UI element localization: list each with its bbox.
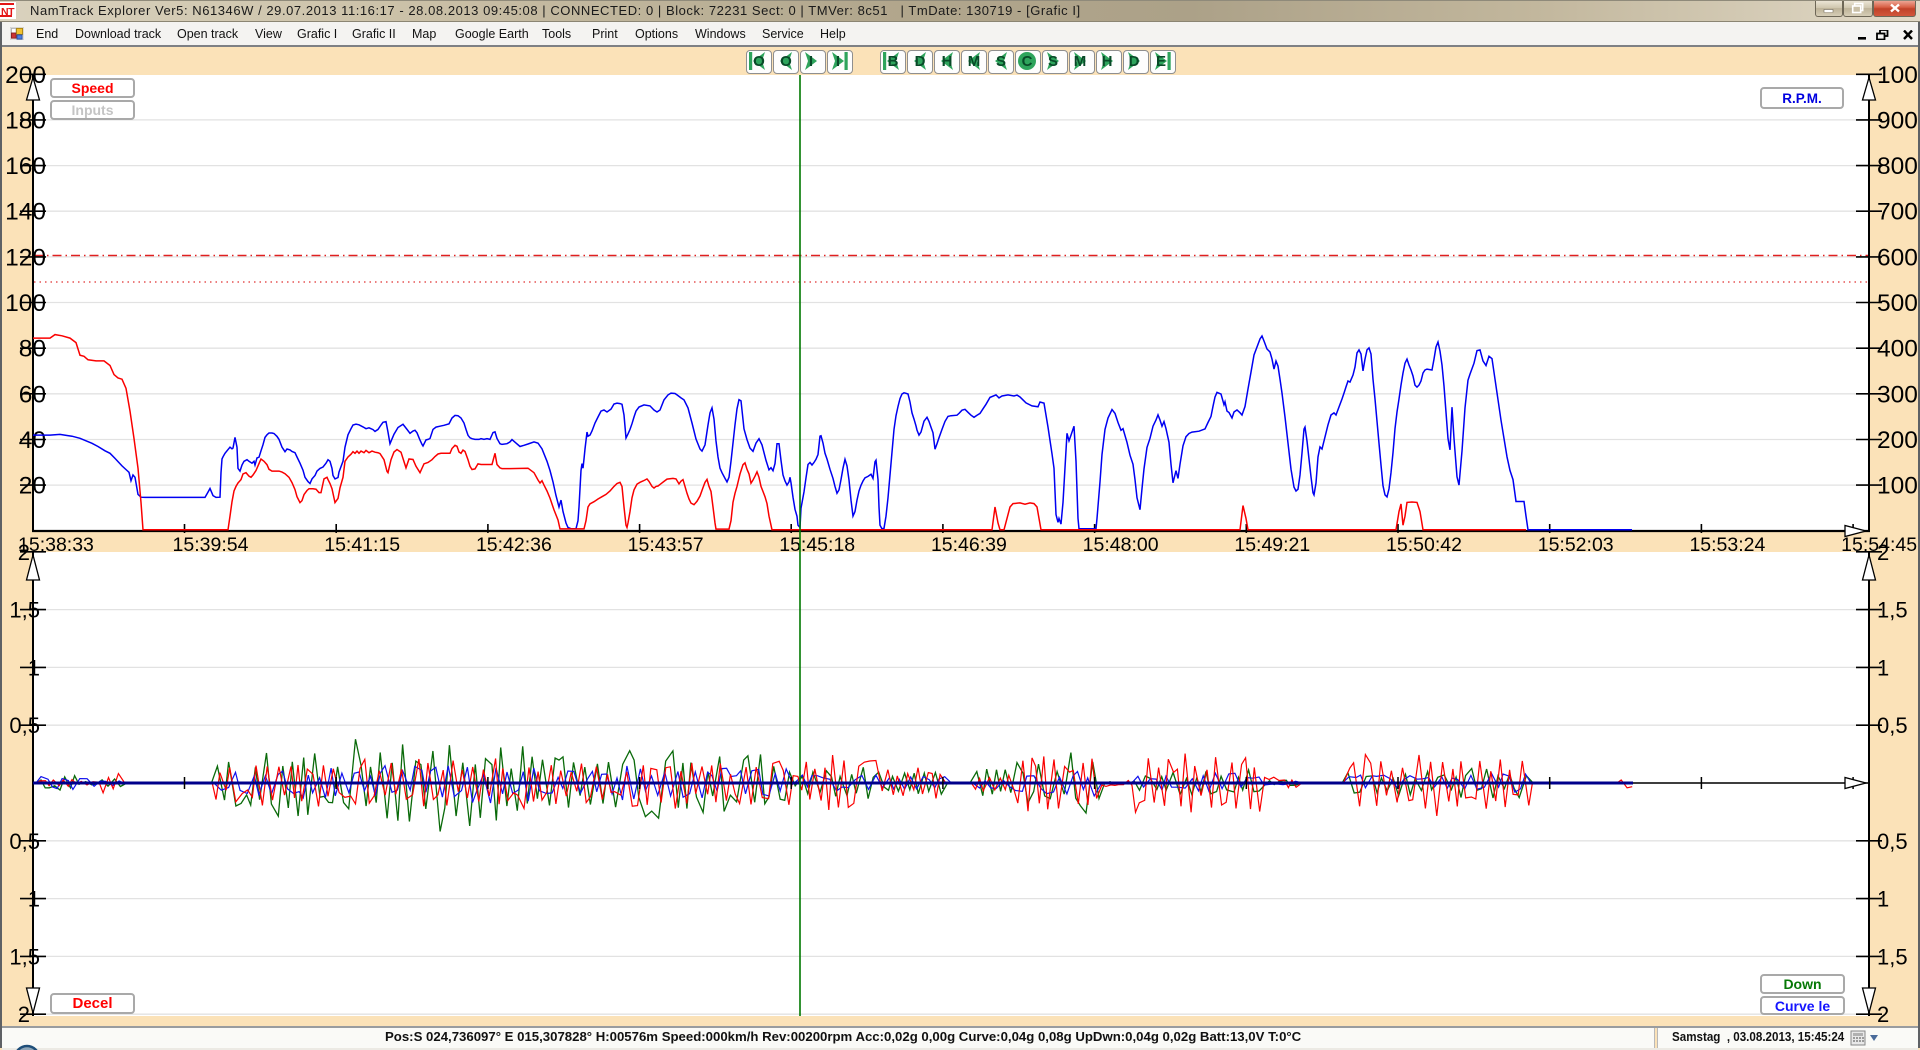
svg-text:1: 1 (1877, 887, 1889, 912)
svg-text:120: 120 (5, 244, 46, 271)
svg-text:D: D (915, 53, 926, 70)
svg-text:H: H (942, 53, 953, 70)
svg-text:40: 40 (19, 427, 46, 454)
svg-text:500: 500 (1877, 290, 1918, 317)
svg-text:D: D (1129, 53, 1140, 70)
svg-text:900: 900 (1877, 107, 1918, 134)
svg-text:15:50:42: 15:50:42 (1386, 534, 1462, 556)
svg-text:15:49:21: 15:49:21 (1234, 534, 1310, 556)
svg-text:O: O (780, 53, 792, 70)
svg-text:S: S (996, 53, 1006, 70)
svg-text:400: 400 (1877, 336, 1918, 363)
svg-text:15:52:03: 15:52:03 (1538, 534, 1614, 556)
svg-text:15:43:57: 15:43:57 (628, 534, 704, 556)
svg-text:140: 140 (5, 199, 46, 226)
svg-text:1,5: 1,5 (1877, 944, 1908, 969)
svg-text:0,5: 0,5 (1877, 713, 1908, 738)
svg-text:100: 100 (1877, 473, 1918, 500)
svg-text:100: 100 (5, 290, 46, 317)
svg-text:O: O (753, 53, 765, 70)
svg-text:I: I (836, 53, 840, 70)
svg-text:2: 2 (18, 1002, 30, 1027)
svg-text:2: 2 (1877, 540, 1889, 565)
svg-text:2: 2 (1877, 1002, 1889, 1027)
svg-text:1,5: 1,5 (9, 598, 40, 623)
svg-text:60: 60 (19, 381, 46, 408)
svg-text:15:39:54: 15:39:54 (173, 534, 249, 556)
svg-text:0,5: 0,5 (9, 829, 40, 854)
svg-text:I: I (809, 53, 813, 70)
svg-text:15:45:18: 15:45:18 (779, 534, 855, 556)
svg-text:H: H (1102, 53, 1113, 70)
svg-text:80: 80 (19, 336, 46, 363)
svg-text:0,5: 0,5 (9, 713, 40, 738)
svg-text:15:53:24: 15:53:24 (1689, 534, 1765, 556)
svg-text:1: 1 (28, 887, 40, 912)
svg-text:200: 200 (1877, 427, 1918, 454)
svg-text:700: 700 (1877, 199, 1918, 226)
svg-text:20: 20 (19, 473, 46, 500)
svg-text:1,5: 1,5 (1877, 598, 1908, 623)
svg-text:M: M (1074, 53, 1087, 70)
svg-text:600: 600 (1877, 244, 1918, 271)
svg-text:2: 2 (18, 540, 30, 565)
svg-text:1,5: 1,5 (9, 944, 40, 969)
svg-text:S: S (1048, 53, 1058, 70)
svg-text:800: 800 (1877, 153, 1918, 180)
svg-text:160: 160 (5, 153, 46, 180)
svg-text:180: 180 (5, 107, 46, 134)
svg-text:B: B (888, 53, 899, 70)
svg-text:1: 1 (1877, 655, 1889, 680)
svg-text:C: C (1022, 53, 1033, 70)
svg-text:15:48:00: 15:48:00 (1083, 534, 1159, 556)
svg-text:300: 300 (1877, 381, 1918, 408)
svg-text:15:42:36: 15:42:36 (476, 534, 552, 556)
svg-text:15:41:15: 15:41:15 (324, 534, 400, 556)
svg-text:0,5: 0,5 (1877, 829, 1908, 854)
svg-text:M: M (968, 53, 981, 70)
svg-text:15:46:39: 15:46:39 (931, 534, 1007, 556)
svg-text:E: E (1156, 53, 1166, 70)
svg-text:1: 1 (28, 655, 40, 680)
